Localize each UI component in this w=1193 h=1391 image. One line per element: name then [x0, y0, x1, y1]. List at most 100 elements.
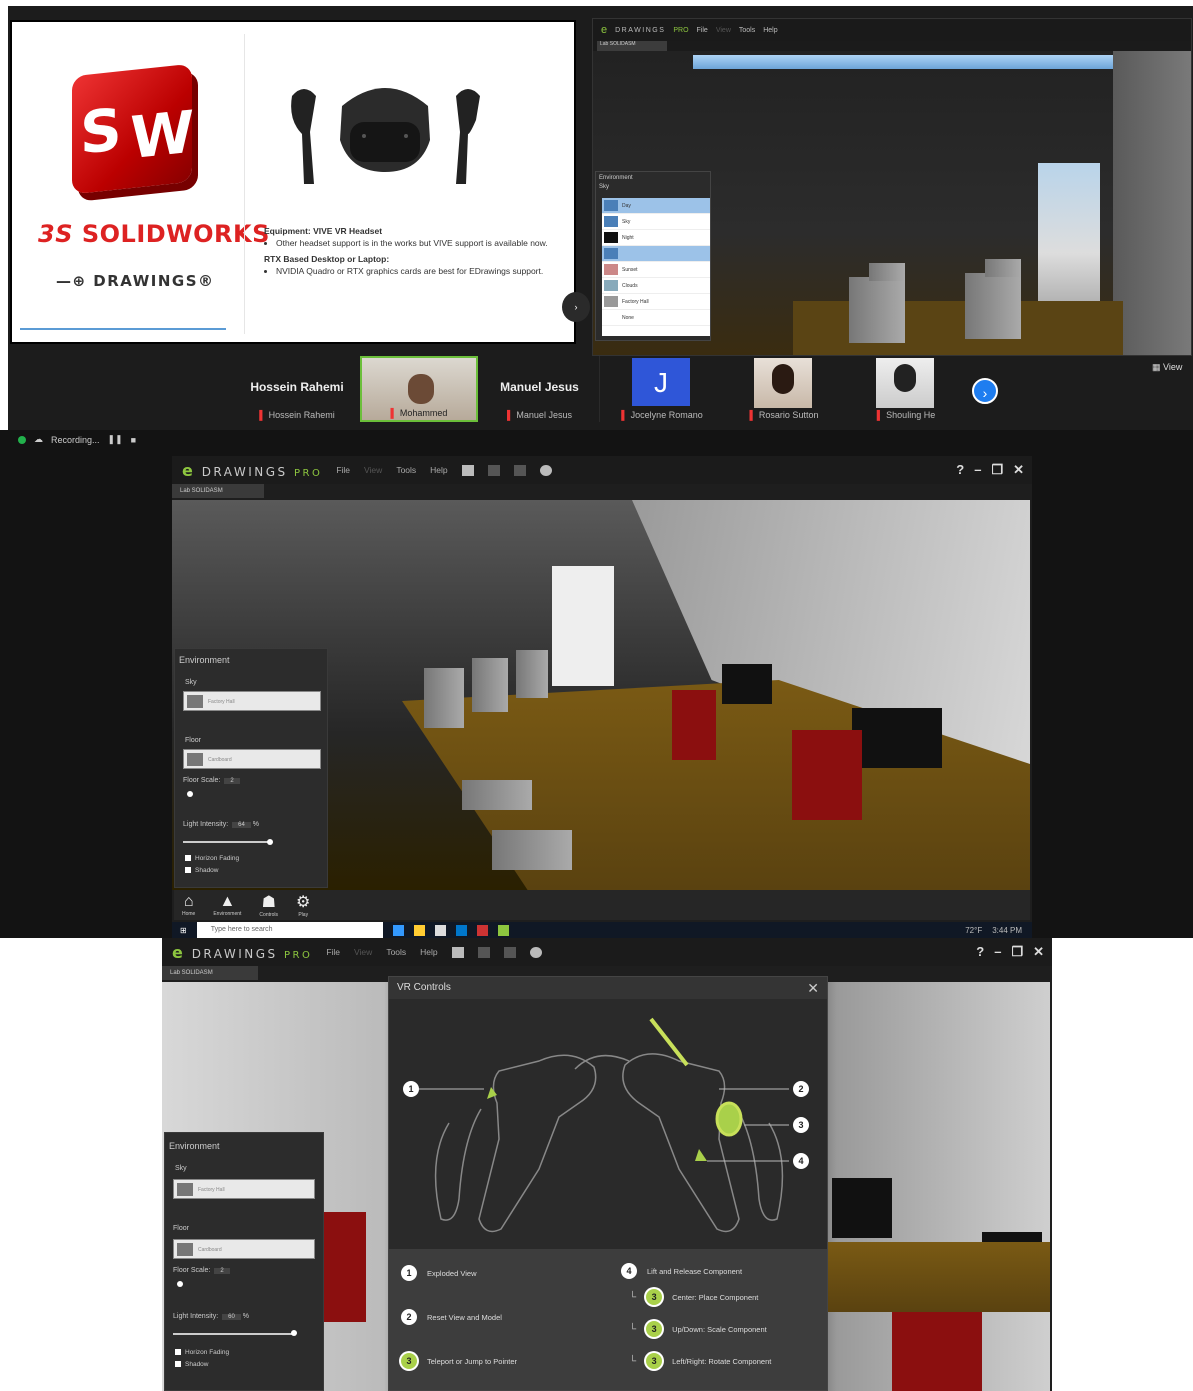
floor-select[interactable]: Cardboard [183, 749, 321, 769]
monitor [852, 708, 942, 768]
shadow-checkbox[interactable]: Shadow [185, 867, 219, 874]
light-intensity-slider[interactable] [173, 1333, 295, 1335]
close-button[interactable]: ✕ [1013, 462, 1024, 478]
open-folder-icon[interactable] [461, 464, 474, 476]
menu-view[interactable]: View [354, 947, 372, 957]
floor-select[interactable]: Cardboard [173, 1239, 315, 1259]
mini-doc-tab[interactable]: Lab SOLIDASM [597, 41, 667, 51]
menu-tools[interactable]: Tools [396, 465, 416, 475]
sky-option[interactable]: Sky [602, 214, 710, 230]
vive-controllers-icon [419, 1017, 789, 1233]
callout-3: 3 [793, 1117, 809, 1133]
participant-tile[interactable]: ▌ Rosario Sutton [724, 356, 844, 422]
dock-home[interactable]: ⌂ Home [182, 893, 195, 917]
menu-help[interactable]: Help [420, 947, 437, 957]
sky-select[interactable]: Factory Hall [173, 1179, 315, 1199]
restore-button[interactable]: ❐ [991, 462, 1003, 478]
vr-station [472, 658, 508, 712]
vr-station [869, 263, 905, 281]
slide-divider-vertical [244, 34, 245, 334]
folder-icon[interactable] [413, 924, 425, 936]
edrawings-taskbar-icon[interactable] [497, 924, 509, 936]
save-icon[interactable] [477, 946, 490, 958]
vr-station [965, 273, 1021, 339]
open-folder-icon[interactable] [451, 946, 464, 958]
sky-option[interactable]: None [602, 310, 710, 326]
dock-environment[interactable]: ▲ Environment [213, 893, 241, 917]
edge-icon[interactable] [392, 924, 404, 936]
vr-controls-dialog: VR Controls ✕ 1 2 3 4 1 Exploded View 2 … [388, 976, 828, 1391]
participant-video [876, 358, 934, 408]
close-icon[interactable]: ✕ [807, 977, 819, 999]
document-tab[interactable]: Lab SOLIDASM [172, 484, 264, 498]
settings-icon[interactable] [539, 464, 552, 476]
dock-controls[interactable]: ☗ Controls [259, 892, 278, 918]
floor-scale-input[interactable]: 2 [224, 778, 240, 784]
vr-station [849, 277, 905, 343]
light-intensity-input[interactable]: 64 [232, 822, 251, 828]
dock-play[interactable]: ⚙ Play [296, 892, 310, 918]
menu-help[interactable]: Help [430, 465, 447, 475]
view-button[interactable]: ▦ View [1152, 362, 1182, 373]
participant-tile[interactable]: Manuel Jesus ▌ Manuel Jesus [480, 356, 600, 422]
titlebar: e DRAWINGS PRO File View Tools Help ? – … [172, 456, 1032, 484]
floor-scale-input[interactable]: 2 [214, 1268, 230, 1274]
pause-icon[interactable]: ❚❚ [108, 434, 123, 445]
sky-option[interactable]: Clouds [602, 278, 710, 294]
participant-tile[interactable]: ▌ Mohammed [360, 356, 478, 422]
stop-icon[interactable]: ■ [131, 435, 136, 445]
participant-tile[interactable]: ▌ Shouling He [846, 356, 966, 422]
slider-thumb[interactable] [267, 839, 273, 845]
help-button[interactable]: ? [976, 944, 984, 960]
windows-taskbar: ⊞ Type here to search 72°F 3:44 PM [172, 922, 1032, 938]
menu-view[interactable]: View [364, 465, 382, 475]
mini-titlebar: e DRAWINGS PRO File View Tools Help [593, 19, 1191, 41]
mic-muted-icon: ▌ [390, 408, 397, 418]
close-button[interactable]: ✕ [1033, 944, 1044, 960]
floor-scale-slider[interactable] [177, 1281, 183, 1287]
titlebar: e DRAWINGS PRO File View Tools Help ? – … [162, 938, 1052, 966]
vr-station [462, 780, 532, 810]
legend-item: 4 Lift and Release Component [621, 1263, 742, 1279]
minimize-button[interactable]: – [974, 462, 981, 478]
mic-muted-icon: ▌ [876, 410, 884, 420]
doorway [1038, 163, 1100, 313]
slide-next-button[interactable]: › [562, 292, 590, 322]
menu-file[interactable]: File [326, 947, 340, 957]
sky-option[interactable] [602, 246, 710, 262]
windows-start-icon[interactable]: ⊞ [180, 926, 187, 935]
taskbar-search-input[interactable]: Type here to search [196, 922, 383, 938]
print-icon[interactable] [503, 946, 516, 958]
horizon-fading-checkbox[interactable]: Horizon Fading [175, 1349, 229, 1356]
light-intensity-input[interactable]: 60 [222, 1314, 241, 1320]
floor-scale-slider[interactable] [187, 791, 193, 797]
dialog-title: VR Controls ✕ [389, 977, 827, 999]
save-icon[interactable] [487, 464, 500, 476]
solidworks-wordmark: 3S SOLIDWORKS [38, 220, 270, 248]
sky-option[interactable]: Factory Hall [602, 294, 710, 310]
help-button[interactable]: ? [956, 462, 964, 478]
sky-option[interactable]: Day [602, 198, 710, 214]
minimize-button[interactable]: – [994, 944, 1001, 960]
settings-icon[interactable] [529, 946, 542, 958]
participant-tile[interactable]: Hossein Rahemi ▌ Hossein Rahemi [236, 356, 358, 422]
sky-select[interactable]: Factory Hall [183, 691, 321, 711]
menu-file[interactable]: File [336, 465, 350, 475]
document-tab[interactable]: Lab SOLIDASM [162, 966, 258, 980]
print-icon[interactable] [513, 464, 526, 476]
slider-thumb[interactable] [291, 1330, 297, 1336]
next-page-icon[interactable]: › [972, 378, 998, 404]
participant-tile[interactable]: J ▌ Jocelyne Romano [602, 356, 722, 422]
shadow-checkbox[interactable]: Shadow [175, 1361, 209, 1368]
mail-icon[interactable] [455, 924, 467, 936]
menu-tools[interactable]: Tools [386, 947, 406, 957]
horizon-fading-checkbox[interactable]: Horizon Fading [185, 855, 239, 862]
sky-option[interactable]: Sunset [602, 262, 710, 278]
light-intensity-slider[interactable] [183, 841, 271, 843]
sky-option[interactable]: Night [602, 230, 710, 246]
app-icon[interactable] [476, 924, 488, 936]
store-icon[interactable] [434, 924, 446, 936]
participant-video [408, 374, 434, 404]
restore-button[interactable]: ❐ [1011, 944, 1023, 960]
vr-station [985, 259, 1021, 277]
